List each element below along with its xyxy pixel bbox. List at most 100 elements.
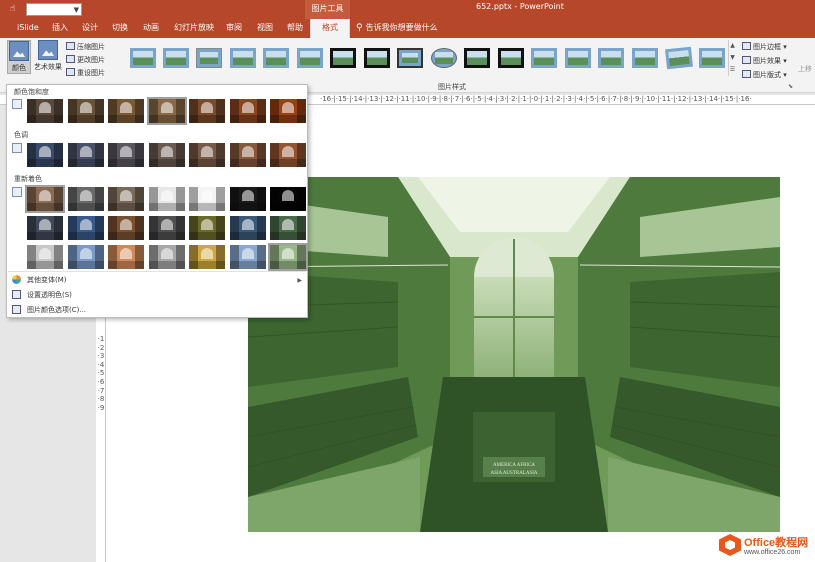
picture-style-16[interactable] bbox=[632, 48, 658, 68]
picture-border-button[interactable]: 图片边框 ▾ bbox=[742, 41, 787, 53]
thumb-arch bbox=[120, 146, 132, 157]
thumb-arch bbox=[160, 248, 173, 259]
tone-option[interactable] bbox=[108, 143, 144, 167]
recolor-option[interactable] bbox=[108, 187, 144, 211]
thumb-arch bbox=[79, 219, 92, 230]
color-button[interactable]: 颜色 bbox=[7, 40, 31, 74]
picture-style-17[interactable] bbox=[665, 46, 693, 70]
recolor-option[interactable] bbox=[148, 245, 185, 269]
thumb-arch bbox=[160, 190, 173, 201]
recolor-option[interactable] bbox=[27, 245, 63, 269]
thumb-arch bbox=[282, 102, 294, 113]
saturation-option[interactable] bbox=[189, 99, 225, 123]
saturation-option[interactable] bbox=[229, 99, 266, 123]
picture-style-11[interactable] bbox=[464, 48, 490, 68]
thumb-arch bbox=[201, 219, 213, 230]
picture-style-5[interactable] bbox=[263, 48, 289, 68]
set-transparent-color-item[interactable]: 设置透明色(S) bbox=[12, 289, 308, 302]
recolor-option[interactable] bbox=[229, 245, 266, 269]
tab-animations[interactable]: 动画 bbox=[143, 19, 159, 38]
recolor-option[interactable] bbox=[108, 216, 144, 240]
picture-style-10[interactable] bbox=[431, 48, 457, 68]
recolor-option[interactable] bbox=[268, 243, 308, 271]
picture-style-7[interactable] bbox=[330, 48, 356, 68]
tone-option[interactable] bbox=[270, 143, 306, 167]
thumb-floor bbox=[108, 159, 144, 167]
picture-style-18[interactable] bbox=[699, 48, 725, 68]
saturation-option[interactable] bbox=[270, 99, 306, 123]
tab-view[interactable]: 视图 bbox=[257, 19, 273, 38]
tone-option[interactable] bbox=[67, 143, 104, 167]
picture-style-6[interactable] bbox=[297, 48, 323, 68]
compress-pictures-button[interactable]: 压缩图片 bbox=[66, 42, 105, 53]
picture-style-13[interactable] bbox=[531, 48, 557, 68]
picture-style-3[interactable] bbox=[196, 48, 222, 68]
tell-me-search[interactable]: ⚲ 告诉我你想要做什么 bbox=[356, 19, 438, 38]
recolor-option[interactable] bbox=[67, 216, 104, 240]
recolor-option[interactable] bbox=[148, 187, 185, 211]
thumb-arch bbox=[282, 146, 294, 157]
recolor-option[interactable] bbox=[108, 245, 144, 269]
picture-style-9[interactable] bbox=[397, 48, 423, 68]
touch-mode-icon[interactable]: ☝ bbox=[10, 3, 22, 15]
recolor-option[interactable] bbox=[27, 216, 63, 240]
quick-access-dropdown[interactable]: ▼ bbox=[26, 3, 82, 16]
tab-transitions[interactable]: 切换 bbox=[112, 19, 128, 38]
tab-review[interactable]: 审阅 bbox=[226, 19, 242, 38]
gallery-scroll[interactable]: ▲ ▼ ☰ bbox=[728, 40, 736, 76]
tab-slideshow[interactable]: 幻灯片放映 bbox=[174, 19, 214, 38]
picture-effects-button[interactable]: 图片效果 ▾ bbox=[742, 55, 787, 67]
picture-color-options-item[interactable]: 图片颜色选项(C)... bbox=[12, 304, 308, 317]
recolor-option[interactable] bbox=[189, 245, 225, 269]
recolor-option[interactable] bbox=[229, 216, 266, 240]
tone-option[interactable] bbox=[148, 143, 185, 167]
picture-styles-group-label: 图片样式 bbox=[438, 83, 466, 91]
recolor-option[interactable] bbox=[189, 187, 225, 211]
recolor-option[interactable] bbox=[270, 187, 306, 211]
picture-style-4[interactable] bbox=[230, 48, 256, 68]
picture-style-14[interactable] bbox=[565, 48, 591, 68]
thumb-floor bbox=[27, 159, 63, 167]
picture-style-1[interactable] bbox=[130, 48, 156, 68]
picture-style-8[interactable] bbox=[364, 48, 390, 68]
thumb-floor bbox=[148, 115, 185, 123]
tone-option[interactable] bbox=[229, 143, 266, 167]
picture-style-2[interactable] bbox=[163, 48, 189, 68]
tab-format[interactable]: 格式 bbox=[310, 19, 350, 39]
recolor-option[interactable] bbox=[25, 185, 65, 213]
library-photo[interactable]: AMERICA AFRICA ASIA AUSTRALASIA bbox=[248, 177, 780, 532]
bring-forward-label[interactable]: 上移 bbox=[798, 64, 812, 74]
picture-style-12[interactable] bbox=[498, 48, 524, 68]
tone-option[interactable] bbox=[189, 143, 225, 167]
picture-layout-button[interactable]: 图片版式 ▾ bbox=[742, 69, 787, 81]
recolor-option[interactable] bbox=[67, 187, 104, 211]
saturation-option[interactable] bbox=[146, 97, 187, 125]
thumb-arch bbox=[201, 248, 213, 259]
thumb-floor bbox=[229, 203, 266, 211]
saturation-option[interactable] bbox=[27, 99, 63, 123]
thumb-arch bbox=[241, 248, 254, 259]
recolor-option[interactable] bbox=[270, 216, 306, 240]
change-picture-button[interactable]: 更改图片 bbox=[66, 55, 105, 66]
recolor-option[interactable] bbox=[148, 216, 185, 240]
thumb-arch bbox=[282, 248, 294, 259]
thumb-arch bbox=[79, 248, 92, 259]
menu-separator bbox=[8, 271, 306, 272]
recolor-option[interactable] bbox=[189, 216, 225, 240]
recolor-option[interactable] bbox=[67, 245, 104, 269]
recolor-option[interactable] bbox=[229, 187, 266, 211]
saturation-option[interactable] bbox=[108, 99, 144, 123]
saturation-option[interactable] bbox=[67, 99, 104, 123]
tone-option[interactable] bbox=[27, 143, 63, 167]
tab-help[interactable]: 帮助 bbox=[287, 19, 303, 38]
tab-insert[interactable]: 插入 bbox=[52, 19, 68, 38]
tab-islide[interactable]: iSlide bbox=[17, 19, 39, 38]
tab-design[interactable]: 设计 bbox=[82, 19, 98, 38]
horizontal-ruler-text: ·16·|·15·|·14·|·13·|·12·|·11·|·10·|·9·|·… bbox=[320, 95, 752, 103]
dialog-launcher-icon[interactable]: ⬊ bbox=[788, 83, 793, 90]
artistic-effects-icon bbox=[38, 40, 58, 60]
reset-picture-button[interactable]: 重设图片 bbox=[66, 68, 105, 79]
artistic-effects-button[interactable]: 艺术效果 bbox=[33, 40, 63, 74]
picture-style-15[interactable] bbox=[598, 48, 624, 68]
more-variations-item[interactable]: 其他变体(M) ▶ bbox=[12, 274, 308, 287]
